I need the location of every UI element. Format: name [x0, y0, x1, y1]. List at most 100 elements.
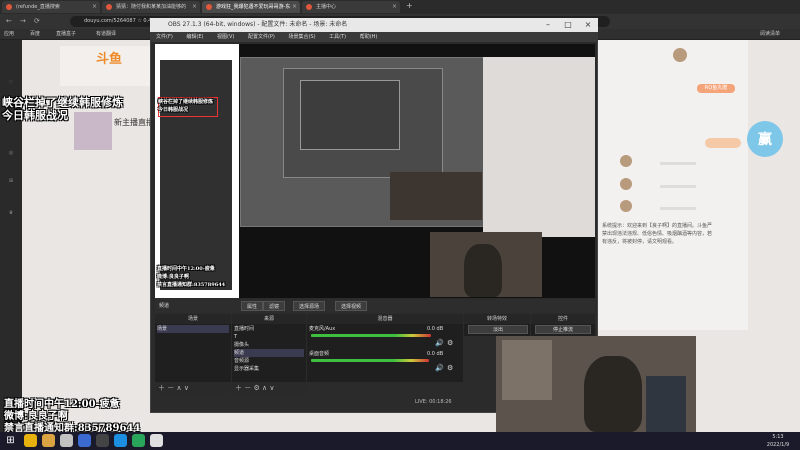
- source-item[interactable]: 频道: [234, 349, 304, 357]
- browser-tab-3[interactable]: 游戏狂_我爆犯遇不爱玩哥哥游-东 ×: [202, 1, 300, 13]
- new-tab-icon[interactable]: +: [406, 1, 413, 10]
- up-icon[interactable]: ∧: [262, 384, 267, 392]
- source-item[interactable]: 直播时间: [234, 325, 254, 333]
- promo-badge[interactable]: 赢: [738, 115, 792, 159]
- close-icon[interactable]: ×: [392, 1, 397, 13]
- reading-list[interactable]: 阅读清单: [760, 30, 780, 39]
- close-icon[interactable]: ×: [192, 1, 197, 13]
- transitions-header: 转场特效: [464, 314, 530, 324]
- source-item[interactable]: 摄像头: [234, 341, 249, 349]
- bookmark-apps[interactable]: 应用: [4, 30, 14, 39]
- browser-tab-4[interactable]: 主播中心 ×: [302, 1, 400, 13]
- speaker-icon[interactable]: 🔊: [435, 339, 444, 347]
- gift-avatar-1: [620, 155, 632, 167]
- select-scene-button[interactable]: 选择源场: [293, 301, 326, 311]
- bookmark-baidu[interactable]: 百度: [30, 30, 40, 39]
- scenes-header: 场景: [155, 314, 231, 324]
- nav-recommend-icon[interactable]: ◎: [5, 150, 17, 158]
- gift-bar-3: [660, 207, 696, 210]
- gaming-chair: [646, 376, 686, 432]
- bookmark-translate[interactable]: 有道翻译: [96, 30, 116, 39]
- nav-game-icon[interactable]: ⊞: [5, 178, 17, 186]
- webcam-overlay: [496, 336, 696, 432]
- preview-camera-mid: [430, 232, 542, 297]
- close-icon[interactable]: ×: [578, 18, 598, 32]
- filters-button[interactable]: 滤镜: [263, 301, 286, 311]
- properties-button[interactable]: 属性: [241, 301, 264, 311]
- gift-bar-2: [660, 185, 696, 188]
- webcam-background: [502, 340, 552, 400]
- select-video-button[interactable]: 选择视频: [335, 301, 368, 311]
- source-item[interactable]: T: [234, 333, 237, 341]
- douyu-logo[interactable]: 斗鱼: [96, 48, 122, 67]
- nav-follow-icon[interactable]: ♡: [5, 80, 17, 88]
- gear-icon[interactable]: ⚙: [447, 339, 453, 347]
- maximize-icon[interactable]: □: [558, 18, 578, 32]
- sources-dock: 直播时间 T 摄像头 频道 音频源 显示器采集: [232, 324, 306, 382]
- close-icon[interactable]: ×: [292, 1, 297, 13]
- mixer-dock: 麦克风/Aux 0.0 dB 🔊 ⚙ 桌面音频 0.0 dB 🔊 ⚙: [307, 324, 463, 382]
- gear-icon[interactable]: ⚙: [253, 384, 259, 392]
- gear-icon[interactable]: ⚙: [447, 364, 453, 372]
- app-icon[interactable]: [132, 434, 145, 447]
- obs-menu-bar: 文件(F) 编辑(E) 视图(V) 配置文件(P) 场景集合(S) 工具(T) …: [150, 32, 598, 42]
- mixer-channel-db: 0.0 dB: [427, 351, 444, 357]
- stop-stream-button[interactable]: 停止推流: [535, 325, 591, 334]
- fishball-button[interactable]: RQ鱼丸赠: [697, 84, 735, 93]
- down-icon[interactable]: ∨: [269, 384, 274, 392]
- menu-help[interactable]: 帮助(H): [360, 34, 378, 40]
- menu-file[interactable]: 文件(F): [156, 34, 173, 40]
- up-icon[interactable]: ∧: [176, 384, 181, 392]
- menu-edit[interactable]: 编辑(E): [186, 34, 203, 40]
- preview-gray-area: [160, 60, 232, 290]
- app-icon[interactable]: [78, 434, 91, 447]
- reload-icon[interactable]: ⟳: [34, 14, 40, 29]
- app-icon[interactable]: [60, 434, 73, 447]
- down-icon[interactable]: ∨: [184, 384, 189, 392]
- forward-icon[interactable]: →: [20, 14, 26, 29]
- scene-item[interactable]: 场景: [157, 325, 229, 333]
- browser-tab-1[interactable]: (refunde_直播搜索 ×: [2, 1, 100, 13]
- remove-icon[interactable]: －: [167, 384, 174, 392]
- gift-avatar-2: [620, 178, 632, 190]
- streamer-name: 新主播直播: [114, 118, 154, 127]
- menu-scene-collection[interactable]: 场景集合(S): [288, 34, 315, 40]
- streamer-avatar[interactable]: [74, 112, 112, 150]
- transitions-dock: 淡出: [464, 324, 530, 336]
- back-icon[interactable]: ←: [6, 14, 12, 29]
- user-avatar[interactable]: [673, 48, 687, 62]
- preview-nested-obs-3: [300, 80, 400, 150]
- chrome-icon[interactable]: [24, 434, 37, 447]
- add-icon[interactable]: ＋: [158, 384, 165, 392]
- overlay-top-line-2: 今日韩服战况: [2, 109, 68, 122]
- source-item[interactable]: 显示器采集: [234, 365, 259, 373]
- windows-start-icon[interactable]: ⊞: [4, 434, 17, 447]
- app-icon[interactable]: [150, 434, 163, 447]
- menu-tools[interactable]: 工具(T): [329, 34, 346, 40]
- obs-title-bar: OBS 27.1.3 (64-bit, windows) - 配置文件: 未命名…: [150, 18, 598, 32]
- taskbar-clock[interactable]: 5:13 2022/1/9: [756, 432, 800, 450]
- close-icon[interactable]: ×: [92, 1, 97, 13]
- task-pill[interactable]: [705, 138, 741, 148]
- streamer-figure: [464, 244, 502, 297]
- app-icon[interactable]: [114, 434, 127, 447]
- folder-icon[interactable]: [42, 434, 55, 447]
- mixer-channel-name: 桌面音频: [309, 351, 330, 357]
- nav-match-icon[interactable]: ♛: [5, 210, 17, 218]
- remove-icon[interactable]: －: [244, 384, 251, 392]
- tab-favicon: [106, 4, 112, 10]
- browser-tab-2[interactable]: 猜猜：随付我和某某加油能够的 ×: [102, 1, 200, 13]
- minimize-icon[interactable]: –: [538, 18, 558, 32]
- bookmark-box[interactable]: 直播盒子: [56, 30, 76, 39]
- menu-profile[interactable]: 配置文件(P): [248, 34, 275, 40]
- menu-view[interactable]: 视图(V): [217, 34, 234, 40]
- transition-select[interactable]: 淡出: [468, 325, 528, 334]
- clock-date: 2022/1/9: [766, 442, 790, 448]
- obs-icon[interactable]: [96, 434, 109, 447]
- chat-notice: 系统提示：欢迎来到【良子啊】的直播间。斗鱼严禁出现违法违规、低俗色情、吸烟酗酒等…: [602, 223, 713, 245]
- obs-source-toolbar: 频道 属性 滤镜 选择源场 选择视频: [155, 299, 595, 313]
- mixer-channel-name: 麦克风/Aux: [309, 326, 336, 332]
- add-icon[interactable]: ＋: [235, 384, 242, 392]
- source-item[interactable]: 音频源: [234, 357, 249, 365]
- speaker-icon[interactable]: 🔊: [435, 364, 444, 372]
